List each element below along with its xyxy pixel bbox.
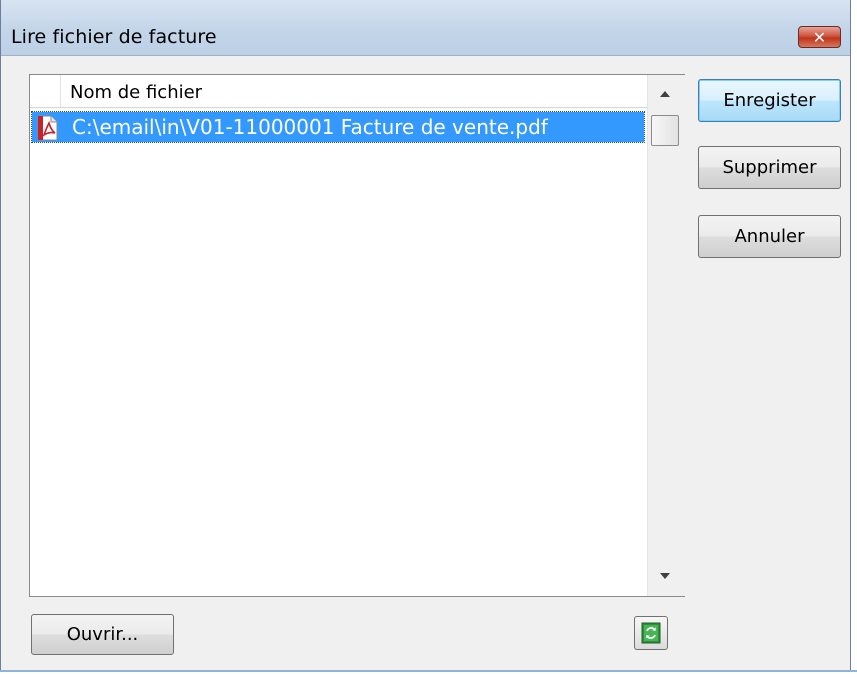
refresh-button[interactable] [634,616,668,650]
file-list-content: Nom de fichier C:\email\in\V01-11000001 … [30,75,647,596]
cancel-button-label: Annuler [734,226,805,247]
refresh-icon [641,622,661,644]
close-button[interactable]: ✕ [798,26,841,48]
save-button[interactable]: Enregister [698,79,841,122]
file-row[interactable]: C:\email\in\V01-11000001 Facture de vent… [31,111,645,143]
column-header[interactable]: Nom de fichier [30,75,647,108]
window-bottom-edge [0,670,857,677]
dialog-title: Lire fichier de facture [11,26,217,48]
dialog-window: Lire fichier de facture ✕ Nom de fichier… [0,0,851,677]
cancel-button[interactable]: Annuler [698,215,841,258]
delete-button[interactable]: Supprimer [698,146,841,189]
open-button-label: Ouvrir... [66,624,139,645]
delete-button-label: Supprimer [722,157,817,178]
open-button[interactable]: Ouvrir... [31,614,174,655]
column-header-filename: Nom de fichier [70,82,203,103]
close-icon: ✕ [812,27,827,47]
scroll-thumb[interactable] [651,115,679,146]
vertical-scrollbar[interactable] [647,75,685,596]
scroll-down-arrow-icon[interactable] [660,573,670,579]
title-bar[interactable]: Lire fichier de facture ✕ [1,0,850,56]
save-button-label: Enregister [723,90,816,111]
icon-column-header [30,75,61,107]
pdf-file-icon [37,115,58,141]
file-list[interactable]: Nom de fichier C:\email\in\V01-11000001 … [29,74,685,597]
file-name: C:\email\in\V01-11000001 Facture de vent… [72,115,548,139]
scroll-up-arrow-icon[interactable] [660,91,670,97]
